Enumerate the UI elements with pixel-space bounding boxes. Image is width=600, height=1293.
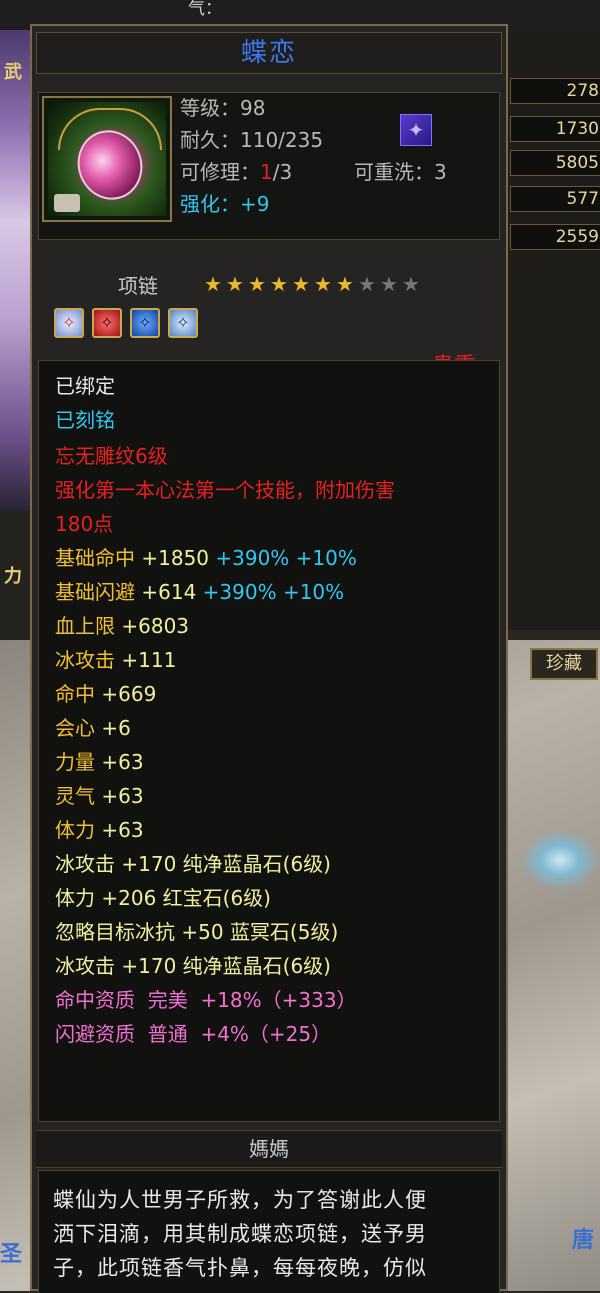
- bonus-line: 灵气 +63: [55, 784, 144, 808]
- star-filled-icon: ★: [314, 272, 332, 296]
- star-filled-icon: ★: [226, 272, 244, 296]
- necklace-icon: [48, 102, 166, 216]
- star-filled-icon: ★: [336, 272, 354, 296]
- item-icon-frame: [42, 96, 172, 222]
- description-line: 洒下泪滴，用其制成蝶恋项链，送予男: [53, 1222, 427, 1246]
- game-character[interactable]: [520, 830, 600, 890]
- star-filled-icon: ★: [270, 272, 288, 296]
- stat-value-2: 1730: [510, 116, 600, 142]
- star-filled-icon: ★: [292, 272, 310, 296]
- left-label-2: 力: [4, 566, 22, 587]
- item-tooltip: 蝶恋 ✦ 等级：98 耐久：110/235 可修理：1/3 可重洗：3 强化：+…: [30, 24, 508, 1293]
- map-label-right: 唐: [572, 1228, 595, 1253]
- star-filled-icon: ★: [248, 272, 266, 296]
- stat-value-5: 2559: [510, 224, 600, 250]
- bonus-line: 体力 +63: [55, 818, 144, 842]
- item-enhance: 强化：+9: [180, 192, 270, 216]
- property-line: 已绑定: [55, 374, 115, 398]
- property-line: 强化第一本心法第一个技能，附加伤害: [55, 478, 395, 502]
- stat-line: 基础命中 +1850 +390% +10%: [55, 546, 357, 570]
- quality-line: 闪避资质 普通 +4%（+25）: [55, 1022, 332, 1046]
- description-line: 蝶仙为人世男子所救，为了答谢此人便: [53, 1188, 427, 1212]
- item-rewash: 可重洗：3: [354, 160, 447, 184]
- element-icon: ✦: [400, 114, 432, 146]
- item-durability: 耐久：110/235: [180, 128, 324, 152]
- property-line: 180点: [55, 512, 114, 536]
- item-repair: 可修理：1/3: [180, 160, 293, 184]
- stat-line: 基础闪避 +614 +390% +10%: [55, 580, 345, 604]
- item-name: 蝶恋: [36, 32, 502, 74]
- item-owner: 媽媽: [36, 1130, 502, 1168]
- character-portrait: [0, 30, 34, 510]
- gem-stat-line: 忽略目标冰抗 +50 蓝冥石(5级): [55, 920, 339, 944]
- item-slot: 项链: [118, 274, 158, 298]
- left-label-1: 武: [4, 62, 22, 83]
- item-description: 蝶仙为人世男子所救，为了答谢此人便 洒下泪滴，用其制成蝶恋项链，送予男 子，此项…: [38, 1170, 500, 1293]
- bonus-line: 血上限 +6803: [55, 614, 190, 638]
- gem-stat-line: 冰攻击 +170 纯净蓝晶石(6级): [55, 954, 331, 978]
- top-stat-label: 气：: [188, 0, 222, 19]
- gem-stat-line: 冰攻击 +170 纯净蓝晶石(6级): [55, 852, 331, 876]
- treasure-button[interactable]: 珍藏: [530, 648, 598, 680]
- socket-gem-icon: ✧: [92, 308, 122, 338]
- star-rating: ★ ★ ★ ★ ★ ★ ★ ★ ★ ★: [202, 274, 422, 294]
- bound-lock-icon: [54, 194, 80, 212]
- map-label-left: 圣: [0, 1242, 23, 1267]
- star-empty-icon: ★: [358, 272, 376, 296]
- socket-gem-icon: ✧: [168, 308, 198, 338]
- star-empty-icon: ★: [402, 272, 420, 296]
- bonus-line: 命中 +669: [55, 682, 157, 706]
- socket-gems: ✧ ✧ ✧ ✧: [54, 308, 206, 338]
- stat-value-4: 577: [510, 186, 600, 212]
- stat-value-3: 5805: [510, 150, 600, 176]
- socket-gem-icon: ✧: [54, 308, 84, 338]
- bonus-line: 冰攻击 +111: [55, 648, 177, 672]
- stat-value-1: 278: [510, 78, 600, 104]
- item-level: 等级：98: [180, 96, 266, 120]
- description-line: 子，此项链香气扑鼻，每每夜晚，仿似: [53, 1256, 427, 1280]
- gem-stat-line: 体力 +206 红宝石(6级): [55, 886, 271, 910]
- star-empty-icon: ★: [380, 272, 398, 296]
- bonus-line: 力量 +63: [55, 750, 144, 774]
- property-line: 忘无雕纹6级: [55, 444, 168, 468]
- star-filled-icon: ★: [204, 272, 222, 296]
- socket-gem-icon: ✧: [130, 308, 160, 338]
- quality-line: 命中资质 完美 +18%（+333）: [55, 988, 357, 1012]
- property-line: 已刻铭: [55, 408, 115, 432]
- attributes-box: 已绑定 已刻铭 忘无雕纹6级 强化第一本心法第一个技能，附加伤害 180点 基础…: [38, 360, 500, 1122]
- bonus-line: 会心 +6: [55, 716, 131, 740]
